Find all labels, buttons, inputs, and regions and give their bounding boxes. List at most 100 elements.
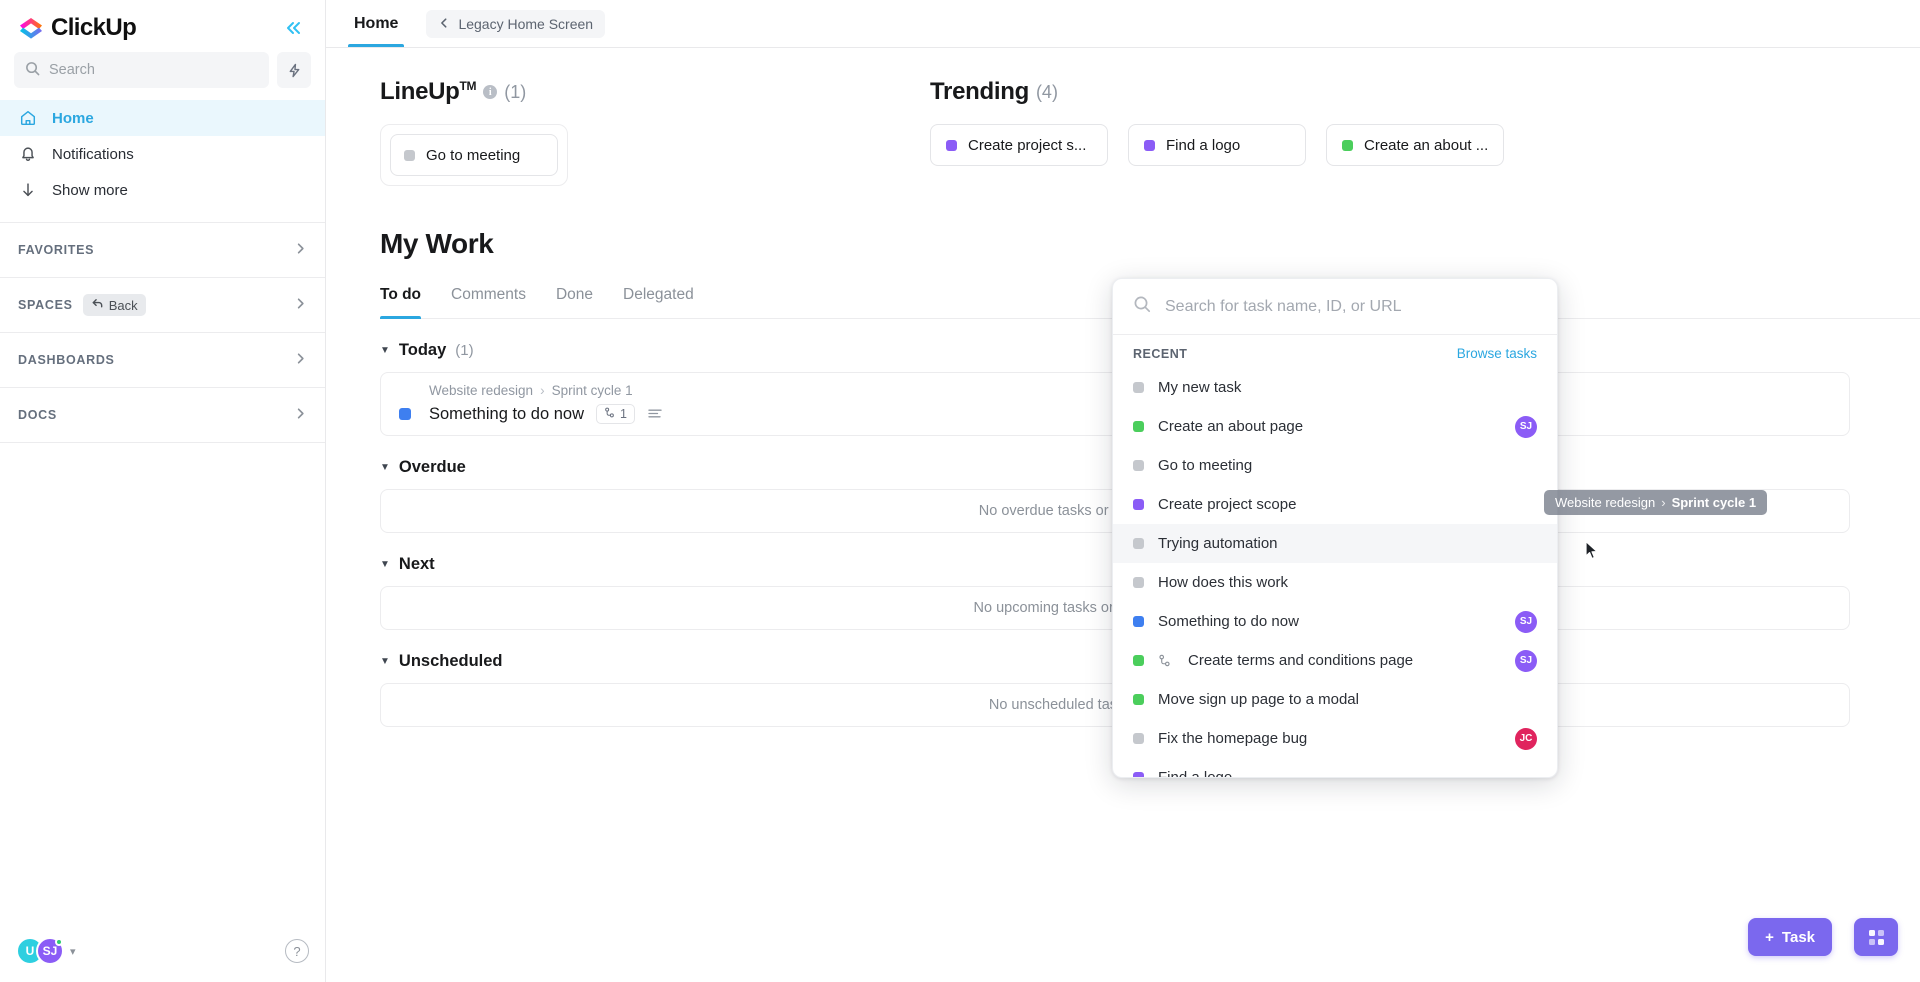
sidebar-section-docs-label: DOCS [18,408,57,422]
quick-action-bolt-button[interactable] [277,52,311,88]
sidebar-nav: Home Notifications Show more [0,96,325,214]
trending-section: Trending (4) Create project s... Find a … [916,78,1920,166]
brand-name: ClickUp [51,14,137,41]
lineup-task-card[interactable]: Go to meeting [390,134,558,176]
subtask-count-label: 1 [620,407,627,421]
sidebar-section-spaces[interactable]: SPACES Back [0,278,325,333]
description-lines-icon [648,406,662,422]
sidebar-section-dashboards[interactable]: DASHBOARDS [0,333,325,388]
lineup-task-label: Go to meeting [426,146,521,164]
tab-done[interactable]: Done [556,286,593,318]
breadcrumb-parent: Website redesign [429,383,534,398]
trending-title: Trending [930,78,1029,105]
app-root: ClickUp Search Home Notifications Show m… [0,0,1920,982]
sidebar-item-notifications[interactable]: Notifications [0,136,325,172]
chevron-down-icon[interactable]: ▾ [70,945,76,958]
home-content: LineUpTM i (1) Go to meeting Trending (4… [326,48,1920,982]
user-avatars[interactable]: U SJ ▾ [16,937,76,965]
task-search-placeholder: Search for task name, ID, or URL [1165,297,1402,315]
list-item[interactable]: Find a logo [1113,758,1557,777]
browse-tasks-link[interactable]: Browse tasks [1457,346,1537,361]
sidebar-item-home-label: Home [52,109,94,127]
list-item-label: Something to do now [1158,613,1299,630]
avatar[interactable]: SJ [1515,415,1537,438]
subtask-count-badge[interactable]: 1 [596,404,635,424]
avatar[interactable]: SJ [1515,649,1537,672]
trending-card-label: Create project s... [968,136,1087,154]
top-bar: Home Legacy Home Screen [326,0,1920,48]
list-item[interactable]: My new task [1113,368,1557,407]
task-search-input[interactable]: Search for task name, ID, or URL [1113,279,1557,335]
trending-count: (4) [1035,81,1058,102]
status-swatch[interactable] [399,408,411,420]
trending-card[interactable]: Find a logo [1128,124,1306,166]
status-swatch [1342,139,1353,151]
task-search-popup: Search for task name, ID, or URL RECENT … [1112,278,1558,778]
list-item[interactable]: Fix the homepage bug JC [1113,719,1557,758]
chevron-down-icon: ▼ [380,656,390,667]
collapse-sidebar-button[interactable] [281,15,307,41]
status-swatch [404,149,415,161]
trending-card-label: Create an about ... [1364,136,1489,154]
status-swatch [1133,382,1144,393]
help-button[interactable]: ? [285,939,309,963]
trending-card[interactable]: Create project s... [930,124,1108,166]
list-item[interactable]: Something to do now SJ [1113,602,1557,641]
status-swatch [1133,499,1144,510]
search-placeholder: Search [49,62,95,78]
sidebar-item-show-more[interactable]: Show more [0,172,325,208]
spaces-back-button[interactable]: Back [82,294,146,316]
chevron-right-icon [294,297,307,314]
new-task-button[interactable]: + Task [1748,918,1832,956]
legacy-home-screen-button[interactable]: Legacy Home Screen [426,9,606,38]
list-item-label: Trying automation [1158,535,1278,552]
list-item[interactable]: Go to meeting [1113,446,1557,485]
status-swatch [1133,733,1144,744]
avatar[interactable]: JC [1515,727,1537,750]
sidebar-footer: U SJ ▾ ? [0,920,325,982]
list-item[interactable]: Move sign up page to a modal [1113,680,1557,719]
list-item-label: How does this work [1158,574,1289,591]
search-icon [25,61,40,80]
list-item-label: Go to meeting [1158,457,1253,474]
bell-icon [18,145,38,163]
tooltip-parent: Website redesign [1555,495,1656,510]
sidebar-section-docs[interactable]: DOCS [0,388,325,443]
trending-cards: Create project s... Find a logo Create a… [930,124,1920,166]
avatar[interactable]: SJ [36,937,64,965]
status-swatch [1133,655,1144,666]
sidebar-section-spaces-label: SPACES [18,298,73,312]
status-swatch [1133,616,1144,627]
tab-delegated[interactable]: Delegated [623,286,694,318]
task-location-tooltip: Website redesign › Sprint cycle 1 [1544,490,1768,515]
sidebar-item-show-more-label: Show more [52,181,128,199]
list-item[interactable]: Create terms and conditions page SJ [1113,641,1557,680]
trending-card[interactable]: Create an about ... [1326,124,1504,166]
tab-to-do[interactable]: To do [380,286,422,319]
list-item[interactable]: Create an about page SJ [1113,407,1557,446]
list-item[interactable]: Create project scope [1113,485,1557,524]
chevron-right-icon [294,242,307,259]
list-item-label: Create project scope [1158,496,1297,513]
sidebar-item-home[interactable]: Home [0,100,325,136]
apps-grid-button[interactable] [1854,918,1898,956]
recent-tasks-list: My new task Create an about page SJ Go t… [1113,368,1557,777]
tab-comments[interactable]: Comments [451,286,526,318]
tooltip-child: Sprint cycle 1 [1671,495,1757,510]
sidebar-search-row: Search [0,48,325,96]
search-icon [1133,295,1151,318]
info-icon[interactable]: i [483,85,498,99]
status-swatch [1133,538,1144,549]
brand-logo[interactable]: ClickUp [18,14,137,42]
avatar[interactable]: SJ [1515,610,1537,633]
new-task-label: Task [1781,928,1815,946]
tab-home[interactable]: Home [344,0,408,47]
breadcrumb-separator: › [540,383,545,398]
lineup-card-container: Go to meeting [380,124,568,186]
list-item[interactable]: Trying automation [1113,524,1557,563]
online-status-dot [55,938,63,946]
list-item-label: My new task [1158,379,1242,396]
list-item[interactable]: How does this work [1113,563,1557,602]
search-input[interactable]: Search [14,52,269,88]
sidebar-section-favorites[interactable]: FAVORITES [0,223,325,278]
